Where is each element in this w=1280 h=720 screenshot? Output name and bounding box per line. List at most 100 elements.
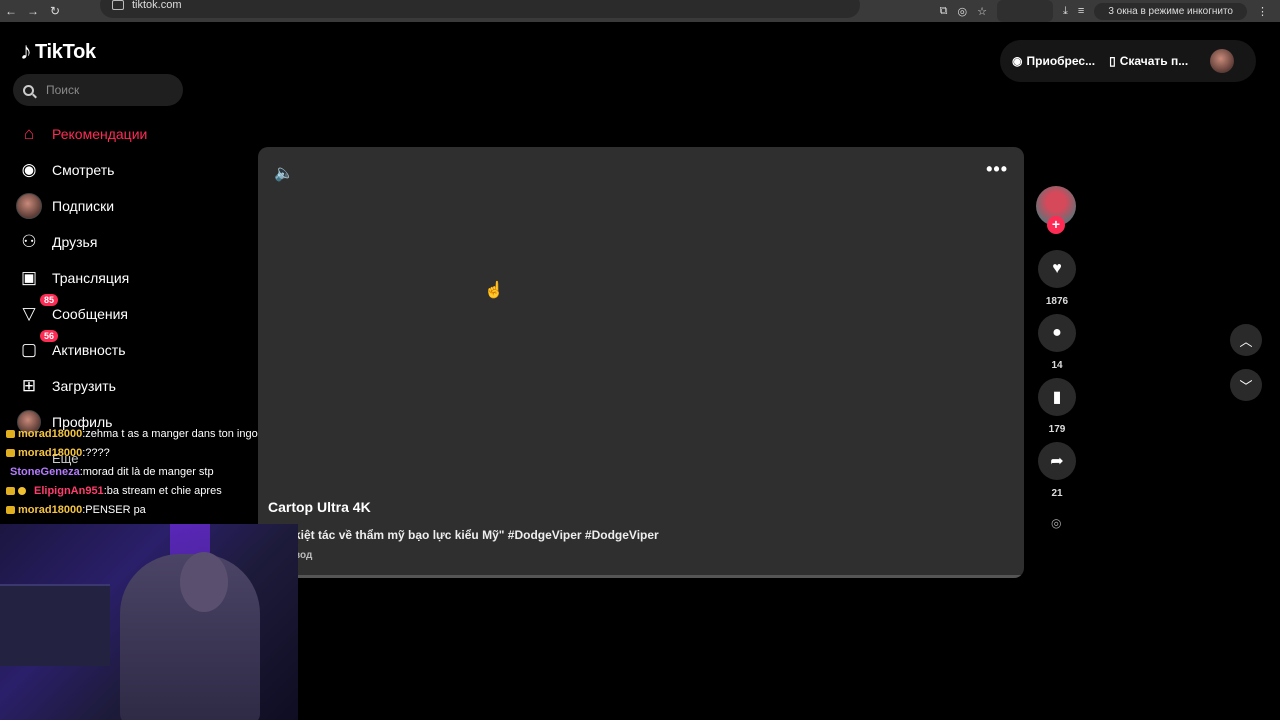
nav-item-watch[interactable]: ◉ Смотреть: [16, 152, 246, 188]
chat-line: morad18000 :PENSER pa: [6, 500, 306, 519]
coin-icon: ◉: [1012, 54, 1023, 68]
extensions-area[interactable]: [997, 0, 1054, 22]
site-info-icon[interactable]: [112, 0, 124, 10]
video-progress-bar[interactable]: [258, 575, 1024, 578]
chat-message: :morad dit là de manger stp: [79, 465, 214, 478]
share-arrow-icon[interactable]: ➦: [1038, 442, 1076, 480]
next-video-button[interactable]: ﹀: [1230, 369, 1262, 401]
sidebar-nav: ⌂ Рекомендации ◉ Смотреть Подписки ⚇ Дру…: [16, 116, 246, 440]
nav-item-following[interactable]: Подписки: [16, 188, 246, 224]
chat-username: morad18000: [18, 446, 83, 459]
nav-item-label: Трансляция: [52, 270, 130, 286]
nav-item-label: Рекомендации: [52, 126, 148, 142]
tiktok-logo[interactable]: ♪ TikTok: [20, 38, 96, 66]
nav-item-messages[interactable]: ▽ 85 Сообщения: [16, 294, 246, 332]
nav-item-label: Загрузить: [52, 378, 116, 394]
chat-message: :????: [82, 446, 110, 459]
nav-item-friends[interactable]: ⚇ Друзья: [16, 224, 246, 260]
comment-icon[interactable]: ●: [1038, 314, 1076, 352]
volume-icon[interactable]: 🔈: [274, 163, 294, 183]
creator-avatar[interactable]: +: [1036, 186, 1076, 234]
bits-badge-icon: [18, 486, 26, 495]
chat-username: morad18000: [18, 427, 83, 440]
bookmark-icon[interactable]: ▮: [1038, 378, 1076, 416]
comment-count: 14: [1051, 360, 1063, 371]
address-bar[interactable]: tiktok.com: [100, 0, 860, 18]
nav-item-label: Активность: [52, 342, 126, 358]
chevron-up-icon: ︿: [1239, 333, 1253, 349]
webcam-person-head: [180, 552, 228, 612]
previous-video-button[interactable]: ︿: [1230, 324, 1262, 356]
hand-cursor-icon: ☝: [484, 282, 504, 299]
nav-item-label: Сообщения: [52, 306, 128, 322]
follow-plus-icon[interactable]: +: [1047, 216, 1065, 234]
messages-badge: 85: [40, 294, 59, 306]
action-rail: + ♥ 1876 ● 14 ▮ 179 ➦ 21 ◎: [1036, 186, 1078, 530]
save-action: ▮ 179: [1038, 378, 1076, 435]
nav-item-label: Подписки: [52, 198, 115, 214]
reload-icon[interactable]: ↻: [44, 4, 66, 18]
like-count: 1876: [1045, 296, 1069, 307]
search-input[interactable]: [44, 82, 168, 98]
eye-off-icon[interactable]: ◎: [958, 5, 968, 18]
chat-line: morad18000 :????: [6, 443, 306, 462]
nav-item-activity[interactable]: ▢ 56 Активность: [16, 330, 246, 368]
music-disc-icon[interactable]: ◎: [1051, 516, 1061, 530]
chat-message: :zehma t as a manger dans ton ingo: [82, 427, 258, 440]
media-icon[interactable]: ≡: [1078, 5, 1084, 17]
search-box[interactable]: [13, 74, 183, 106]
get-coins-button[interactable]: ◉ Приобрес...: [1012, 54, 1095, 68]
incognito-badge[interactable]: 3 окна в режиме инкогнито: [1094, 2, 1247, 20]
subscriber-badge-icon: [6, 505, 15, 514]
more-options-icon[interactable]: •••: [986, 159, 1008, 180]
share-count: 21: [1051, 488, 1063, 499]
tiktok-note-icon: ♪: [20, 38, 32, 65]
save-count: 179: [1048, 424, 1066, 435]
upload-icon: ⊞: [21, 376, 37, 395]
live-tv-icon: ▣: [20, 268, 38, 287]
user-avatar[interactable]: [1210, 49, 1235, 73]
share-action: ➦ 21: [1038, 442, 1076, 499]
translate-icon[interactable]: ⧉: [940, 5, 948, 18]
video-description: kiệt tác về thẩm mỹ bạo lực kiểu Mỹ" #Do…: [294, 528, 659, 542]
heart-icon[interactable]: ♥: [1038, 250, 1076, 288]
subscriber-badge-icon: [6, 486, 15, 495]
chat-username: StoneGeneza: [10, 465, 80, 478]
chat-line: morad18000 :zehma t as a manger dans ton…: [6, 424, 306, 443]
chat-message: :PENSER pa: [82, 503, 146, 516]
chat-username: ElipignAn951: [34, 484, 104, 497]
browser-actions: ⧉ ◎ ☆ ⤓ ≡ 3 окна в режиме инкогнито ⋮: [940, 0, 1280, 22]
webcam-background-rig: [0, 584, 110, 666]
download-app-button[interactable]: ▯ Скачать п...: [1109, 54, 1188, 68]
search-icon: [23, 84, 34, 96]
bookmark-star-icon[interactable]: ☆: [977, 5, 987, 18]
get-coins-label: Приобрес...: [1026, 54, 1096, 68]
nav-item-live[interactable]: ▣ Трансляция: [16, 260, 246, 296]
stream-chat-overlay: morad18000 :zehma t as a manger dans ton…: [6, 424, 306, 519]
activity-badge: 56: [40, 330, 59, 342]
comment-action: ● 14: [1038, 314, 1076, 371]
following-avatar-icon: [16, 193, 42, 219]
url-text: tiktok.com: [132, 0, 182, 11]
logo-text: TikTok: [35, 40, 96, 63]
chat-username: morad18000: [18, 503, 83, 516]
phone-icon: ▯: [1109, 54, 1116, 68]
download-icon[interactable]: ⤓: [1063, 5, 1068, 18]
browser-toolbar: ← → ↻ tiktok.com ⧉ ◎ ☆ ⤓ ≡ 3 окна в режи…: [0, 0, 1280, 22]
compass-icon: ◉: [21, 160, 37, 179]
nav-item-upload[interactable]: ⊞ Загрузить: [16, 368, 246, 404]
activity-icon: ▢: [20, 340, 38, 359]
chevron-down-icon: ﹀: [1239, 378, 1253, 394]
nav-item-label: Друзья: [52, 234, 98, 250]
back-icon[interactable]: ←: [0, 4, 22, 18]
nav-item-recommendations[interactable]: ⌂ Рекомендации: [16, 116, 246, 152]
download-app-label: Скачать п...: [1119, 54, 1189, 68]
chat-message: :ba stream et chie apres: [103, 484, 222, 497]
subscriber-badge-icon: [6, 429, 15, 438]
streamer-webcam: [0, 524, 298, 720]
browser-menu-icon[interactable]: ⋮: [1257, 5, 1268, 18]
top-right-actions: ◉ Приобрес... ▯ Скачать п...: [1000, 40, 1256, 82]
video-player[interactable]: 🔈 ••• Cartop Ultra 4K kiệt tác về thẩm m…: [258, 147, 1024, 578]
forward-icon[interactable]: →: [22, 4, 44, 18]
chat-line: ElipignAn951 :ba stream et chie apres: [6, 481, 306, 500]
